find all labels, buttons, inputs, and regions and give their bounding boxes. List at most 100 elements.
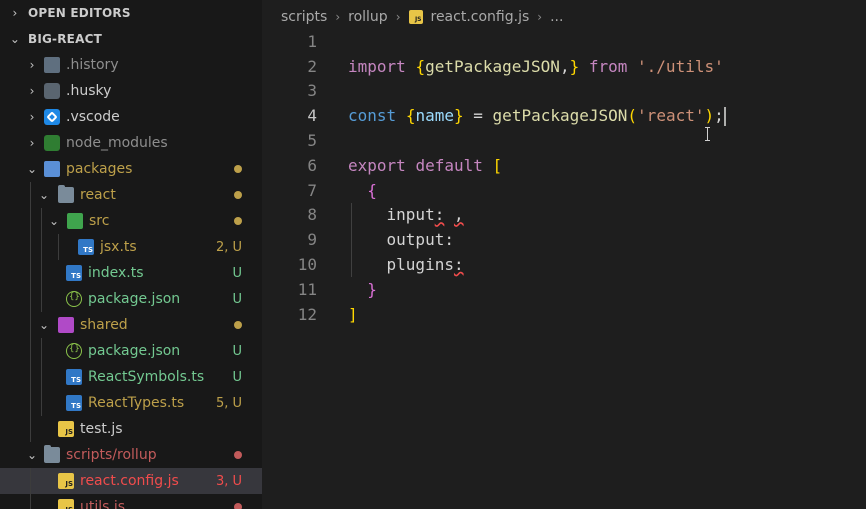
identifier-getpackagejson: getPackageJSON <box>425 56 560 76</box>
tree-item-shared[interactable]: ⌄ shared <box>0 312 262 338</box>
tree-item-node-modules[interactable]: › node_modules <box>0 130 262 156</box>
string-utils-path: './utils' <box>637 56 724 76</box>
chevron-right-icon: › <box>29 110 35 124</box>
breadcrumb-scripts[interactable]: scripts <box>281 9 327 25</box>
tree-item-label: test.js <box>80 421 123 437</box>
chevron-right-icon: › <box>29 136 35 150</box>
error-dot <box>234 503 242 509</box>
indent-guide <box>30 234 31 260</box>
string-react: 'react' <box>637 105 705 125</box>
indent-guide <box>30 286 31 312</box>
json-file-icon <box>66 343 82 359</box>
chevron-down-icon: ⌄ <box>26 448 38 462</box>
indent-guide <box>30 312 31 338</box>
file-decoration: U <box>232 343 242 359</box>
brace-close: } <box>453 105 464 125</box>
line-number: 4 <box>307 106 317 126</box>
tree-item-scripts-rollup[interactable]: ⌄ scripts/rollup <box>0 442 262 468</box>
tree-item-test-js[interactable]: JS test.js <box>0 416 262 442</box>
modified-dot <box>234 217 242 225</box>
indent-guide <box>351 227 352 253</box>
line-number: 6 <box>307 155 317 175</box>
chevron-right-icon: › <box>29 84 35 98</box>
vscode-folder-icon <box>44 109 60 125</box>
indent-guide <box>41 286 42 312</box>
line-number: 12 <box>297 304 317 324</box>
code-editor[interactable]: scripts › rollup › JS react.config.js › … <box>262 0 866 509</box>
tree-item-src[interactable]: ⌄ src <box>0 208 262 234</box>
line-number: 10 <box>297 255 317 275</box>
line-content: { <box>348 181 377 200</box>
breadcrumb-file[interactable]: react.config.js <box>431 9 530 25</box>
breadcrumb-symbols[interactable]: ... <box>550 9 563 25</box>
folder-history-icon <box>44 57 60 73</box>
error-dot <box>234 451 242 459</box>
property-input: input <box>386 205 435 225</box>
chevron-right-icon: › <box>12 6 18 20</box>
chevron-down-icon: ⌄ <box>38 318 50 332</box>
tree-item-index-ts[interactable]: TS index.ts U <box>0 260 262 286</box>
typescript-file-icon: TS <box>66 369 82 385</box>
tree-item-package-json[interactable]: package.json U <box>0 338 262 364</box>
code-area[interactable]: 1 2 import {getPackageJSON,} from './uti… <box>262 29 866 327</box>
tree-item-react-config-js[interactable]: JS react.config.js 3, U <box>0 468 262 494</box>
keyword-default: default <box>415 155 483 175</box>
tree-item-label: .history <box>66 57 119 73</box>
code-line: 3 <box>262 79 866 104</box>
code-line: 6 export default [ <box>262 153 866 178</box>
chevron-down-icon: ⌄ <box>26 162 38 176</box>
code-line: 12 ] <box>262 302 866 327</box>
indent-guide <box>41 364 42 390</box>
code-line: 2 import {getPackageJSON,} from './utils… <box>262 54 866 79</box>
shared-folder-icon <box>58 317 74 333</box>
file-decoration: 3, U <box>215 473 242 489</box>
tree-item-react[interactable]: ⌄ react <box>0 182 262 208</box>
project-header[interactable]: ⌄ BIG-REACT <box>0 26 262 52</box>
chevron-right-icon: › <box>29 58 35 72</box>
indent-guide <box>30 416 31 442</box>
tree-item-react-types-ts[interactable]: TS ReactTypes.ts 5, U <box>0 390 262 416</box>
chevron-down-icon: ⌄ <box>9 32 21 46</box>
line-content: plugins: <box>348 255 464 274</box>
ibeam-cursor-icon <box>705 127 711 141</box>
indent-guide <box>41 338 42 364</box>
tree-item-jsx-ts[interactable]: TS jsx.ts 2, U <box>0 234 262 260</box>
file-decoration: 2, U <box>215 239 242 255</box>
tree-item-husky[interactable]: › .husky <box>0 78 262 104</box>
property-output: output <box>386 230 445 250</box>
tree-item-utils-js[interactable]: JS utils.js <box>0 494 262 509</box>
tree-item-package-json[interactable]: package.json U <box>0 286 262 312</box>
file-decoration: U <box>232 265 242 281</box>
line-number: 9 <box>307 230 317 250</box>
brace-open: { <box>367 180 377 200</box>
tree-item-history[interactable]: › .history <box>0 52 262 78</box>
modified-dot <box>234 321 242 329</box>
indent-guide <box>30 468 31 494</box>
comma: , <box>559 56 570 76</box>
semicolon: ; <box>714 105 724 125</box>
line-content: import {getPackageJSON,} from './utils' <box>348 57 724 76</box>
brace-close: } <box>569 56 580 76</box>
line-number: 1 <box>307 31 317 51</box>
breadcrumb-rollup[interactable]: rollup <box>348 9 388 25</box>
tree-item-packages[interactable]: ⌄ packages <box>0 156 262 182</box>
indent-guide <box>351 202 352 228</box>
chevron-down-icon: ⌄ <box>48 214 60 228</box>
keyword-const: const <box>348 105 397 125</box>
line-content: const {name} = getPackageJSON('react'); <box>348 106 726 126</box>
folder-open-icon <box>44 445 60 463</box>
husky-folder-icon <box>44 83 60 99</box>
line-content: output: <box>348 230 454 249</box>
code-line: 8 input: , <box>262 202 866 228</box>
tree-item-react-symbols-ts[interactable]: TS ReactSymbols.ts U <box>0 364 262 390</box>
comma-error: , <box>453 205 464 225</box>
javascript-file-icon: JS <box>58 421 74 437</box>
indent-guide <box>30 364 31 390</box>
javascript-file-icon: JS <box>58 473 74 489</box>
indent-guide <box>30 494 31 509</box>
open-editors-header[interactable]: › OPEN EDITORS <box>0 0 262 26</box>
line-content: } <box>348 280 377 299</box>
src-folder-icon <box>67 213 83 229</box>
tree-item-vscode[interactable]: › .vscode <box>0 104 262 130</box>
indent-guide <box>41 390 42 416</box>
